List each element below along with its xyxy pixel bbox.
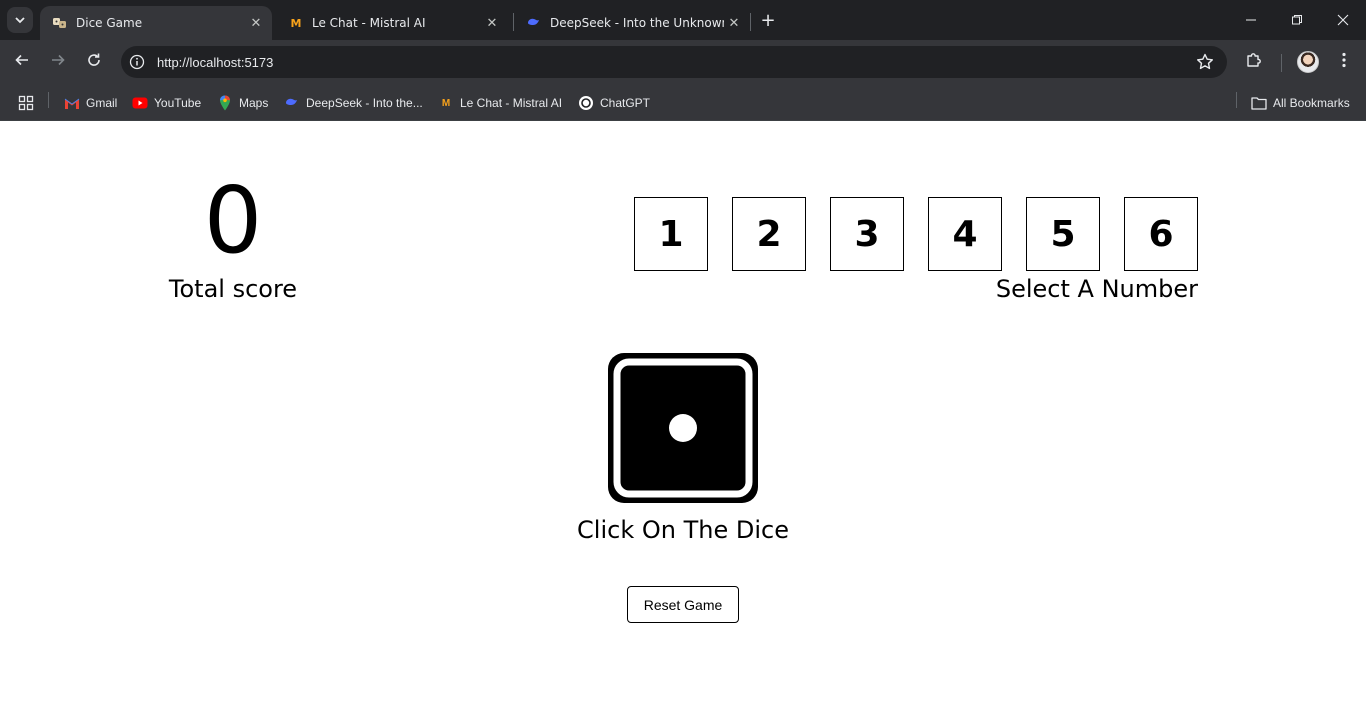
bookmark-label: YouTube [154,96,202,110]
bookmarks-divider [1236,92,1237,108]
site-info-icon[interactable] [125,50,149,74]
folder-icon [1251,95,1267,111]
tab-search-button[interactable] [7,7,33,33]
bookmark-label: Le Chat - Mistral AI [460,96,563,110]
bookmarks-bar: Gmail YouTube Maps DeepSeek - Into the..… [0,84,1366,121]
tab-le-chat[interactable]: M Le Chat - Mistral AI ✕ [276,6,508,40]
restore-icon [1291,11,1303,30]
mistral-favicon: M [290,16,302,30]
number-options: 1 2 3 4 5 6 [634,197,1198,271]
bookmark-deepseek[interactable]: DeepSeek - Into the... [284,90,423,116]
browser-toolbar: http://localhost:5173 [0,40,1366,84]
bookmark-label: ChatGPT [600,96,651,110]
bookmark-gmail[interactable]: Gmail [64,90,117,116]
reload-button[interactable] [80,48,108,76]
total-score-label: Total score [168,275,298,303]
bookmark-mistral[interactable]: M Le Chat - Mistral AI [438,90,562,116]
arrow-left-icon [14,52,30,72]
mistral-icon: M [441,97,451,109]
restore-button[interactable] [1274,0,1320,40]
dice-instruction-label: Click On The Dice [577,516,789,544]
tab-separator [750,13,751,31]
dice-game-page: 0 Total score 1 2 3 4 5 6 Select A Numbe… [0,121,1366,728]
youtube-icon [132,95,148,111]
menu-button[interactable] [1330,48,1358,76]
select-number-label: Select A Number [995,275,1198,303]
minimize-button[interactable] [1228,0,1274,40]
gmail-icon [64,95,80,111]
close-icon [1337,11,1349,30]
total-score-block: 0 Total score [133,171,333,306]
forward-button[interactable] [44,48,72,76]
tab-title: Dice Game [76,16,143,30]
bookmark-maps[interactable]: Maps [217,90,268,116]
profile-button[interactable] [1294,48,1322,76]
reload-icon [86,52,102,72]
tab-title: DeepSeek - Into the Unknown [550,16,724,30]
bookmark-label: Maps [239,96,269,110]
dice-favicon [52,15,68,31]
tab-deepseek[interactable]: DeepSeek - Into the Unknown ✕ [514,6,750,40]
close-tab-icon[interactable]: ✕ [246,13,266,33]
number-option-5[interactable]: 5 [1026,197,1100,271]
number-selector: 1 2 3 4 5 6 Select A Number [634,197,1198,306]
bookmark-star-icon[interactable] [1195,52,1215,72]
reset-game-button[interactable]: Reset Game [627,586,739,623]
puzzle-icon [1245,51,1263,73]
all-bookmarks-label: All Bookmarks [1273,96,1350,110]
total-score-value: 0 [203,167,263,274]
close-tab-icon[interactable]: ✕ [482,13,502,33]
number-option-6[interactable]: 6 [1124,197,1198,271]
bookmark-youtube[interactable]: YouTube [132,90,201,116]
kebab-menu-icon [1342,52,1346,72]
avatar [1297,51,1319,73]
number-option-2[interactable]: 2 [732,197,806,271]
close-window-button[interactable] [1320,0,1366,40]
bookmarks-divider [48,92,49,108]
bookmark-label: Gmail [86,96,118,110]
number-option-1[interactable]: 1 [634,197,708,271]
plus-icon: + [760,9,776,31]
arrow-right-icon [50,52,66,72]
deepseek-icon [284,95,300,111]
dice-one-icon [608,353,758,503]
url-text[interactable]: http://localhost:5173 [157,55,273,70]
chevron-down-icon [14,11,26,30]
toolbar-divider [1281,54,1282,72]
back-button[interactable] [8,48,36,76]
address-bar[interactable]: http://localhost:5173 [121,46,1227,78]
number-option-4[interactable]: 4 [928,197,1002,271]
bookmark-label: DeepSeek - Into the... [306,96,423,110]
deepseek-favicon [526,15,542,31]
dice-button[interactable] [608,353,758,503]
tab-dice-game[interactable]: Dice Game ✕ [40,6,272,40]
apps-grid-icon [18,95,34,111]
close-tab-icon[interactable]: ✕ [724,13,744,33]
minimize-icon [1245,11,1257,30]
tab-strip: Dice Game ✕ M Le Chat - Mistral AI ✕ Dee… [0,0,1366,40]
maps-icon [217,95,233,111]
tab-title: Le Chat - Mistral AI [312,16,426,30]
number-option-3[interactable]: 3 [830,197,904,271]
dice-area: Click On The Dice [0,353,1366,547]
extensions-button[interactable] [1240,48,1268,76]
all-bookmarks-button[interactable]: All Bookmarks [1251,90,1350,116]
bookmark-chatgpt[interactable]: ChatGPT [578,90,650,116]
new-tab-button[interactable]: + [757,9,779,31]
chatgpt-icon [578,95,594,111]
apps-button[interactable] [18,90,40,116]
